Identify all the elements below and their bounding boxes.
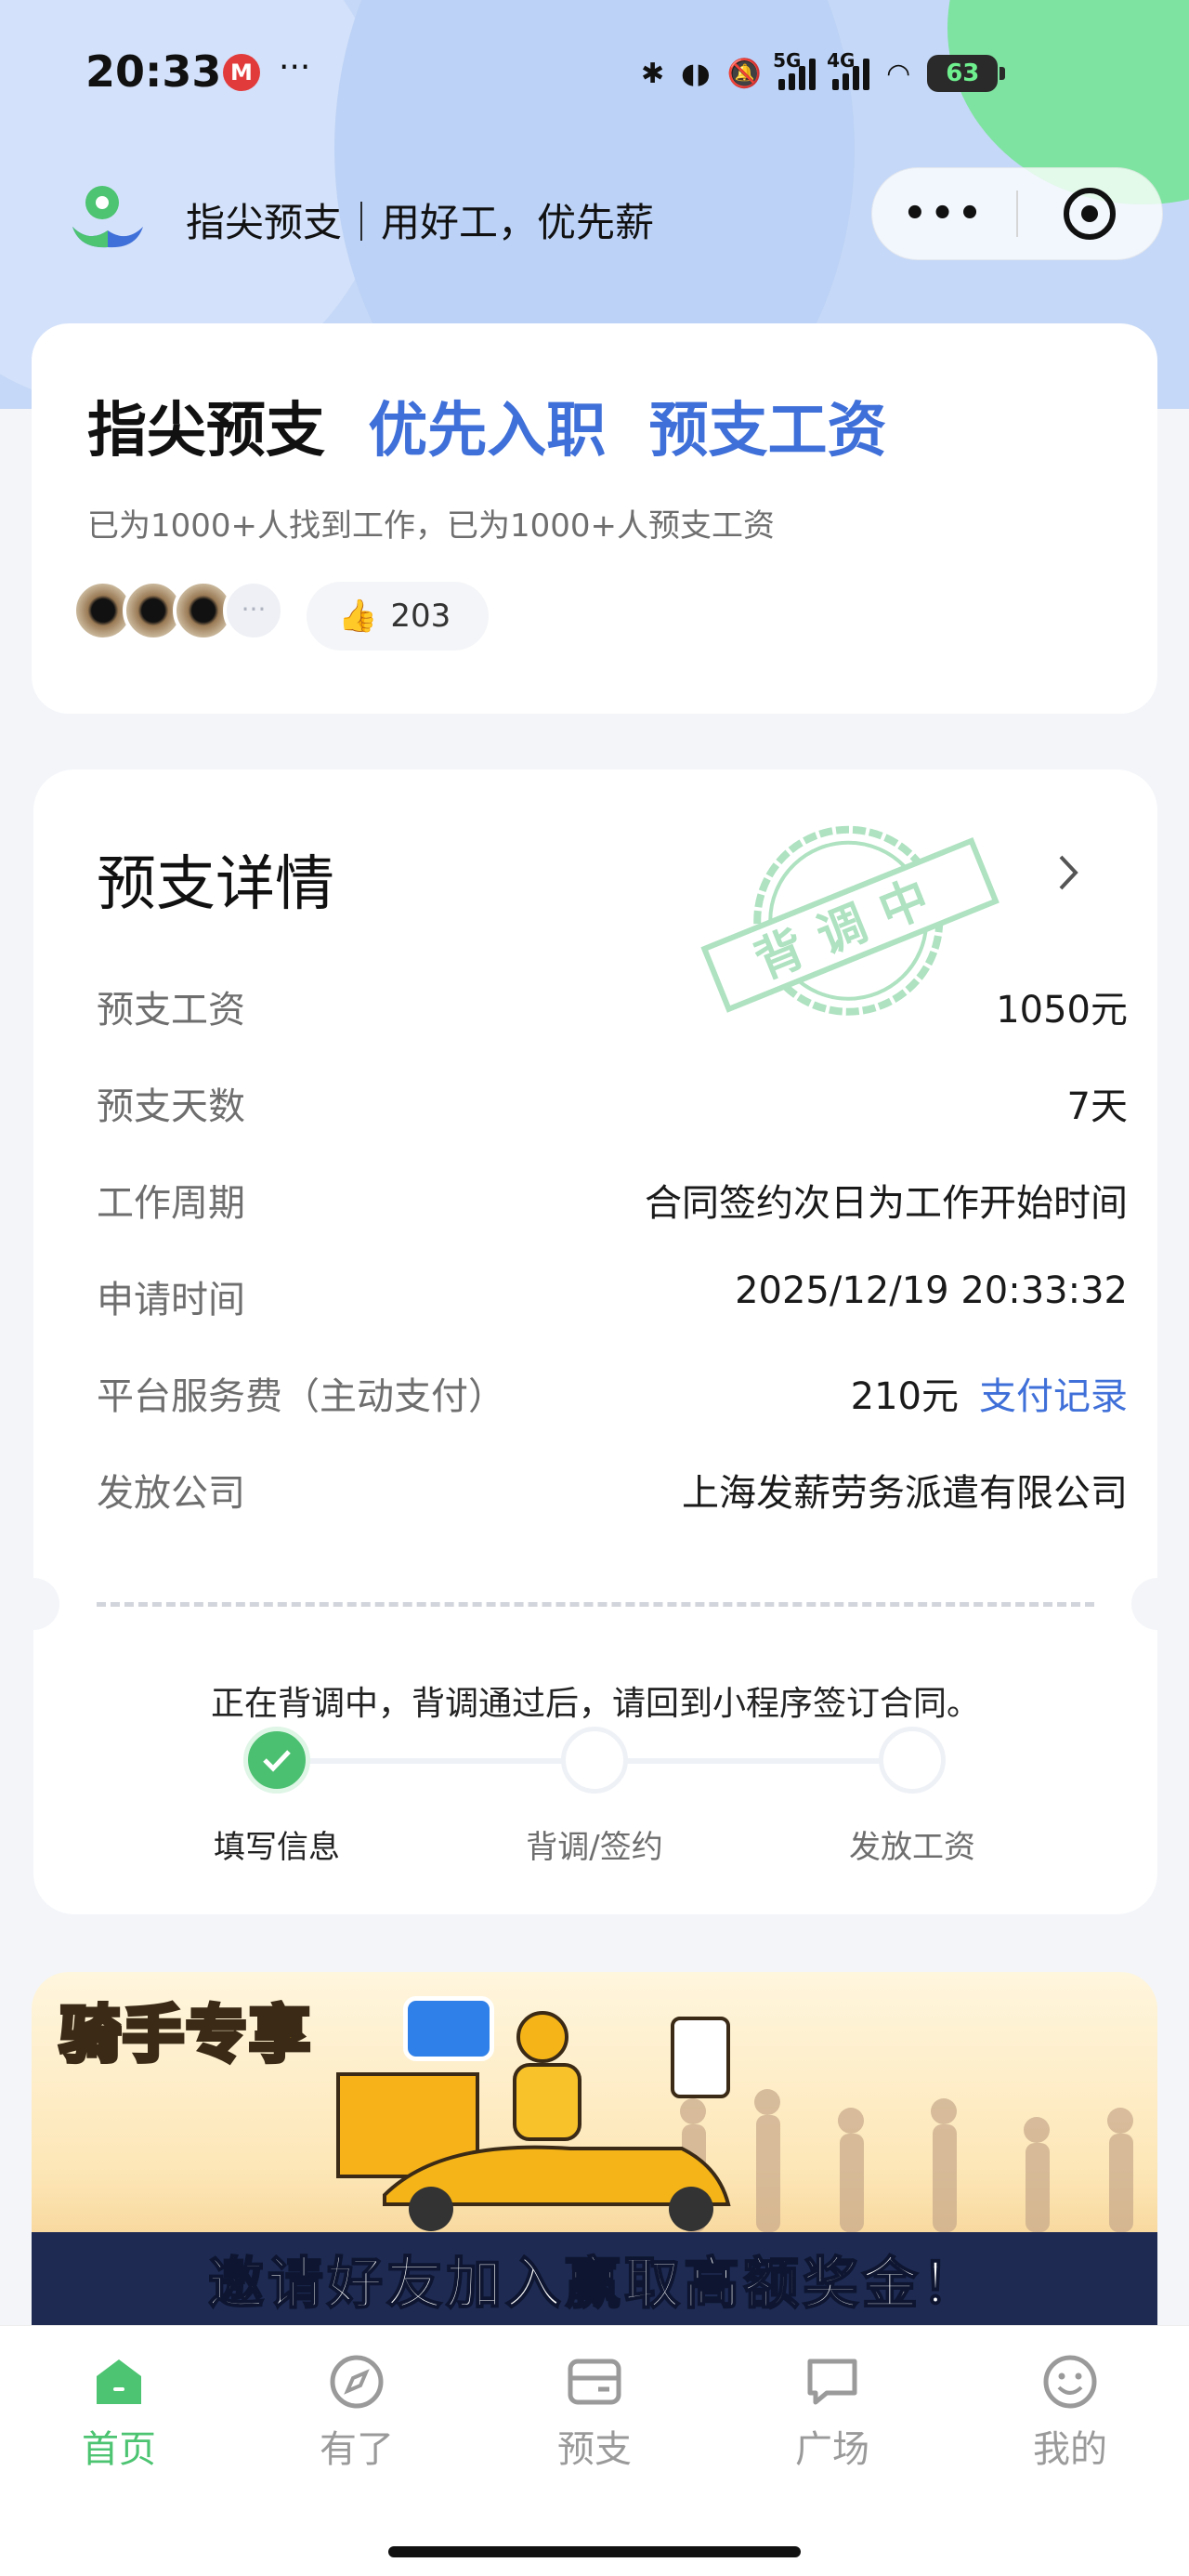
tab-youle[interactable]: 有了 <box>264 2354 450 2473</box>
like-count: 203 <box>390 598 451 635</box>
close-mini-program-button[interactable] <box>1018 188 1162 240</box>
chat-bubble-icon <box>804 2354 860 2410</box>
tab-label: 首页 <box>82 2428 156 2471</box>
more-avatars: ··· <box>223 580 284 641</box>
ticket-notch-right <box>1131 1578 1183 1630</box>
hero-highlight-2: 预支工资 <box>648 397 887 466</box>
step-done-check-icon <box>243 1727 310 1794</box>
hero-title: 指尖预支 优先入职 预支工资 <box>87 383 887 468</box>
row-label: 申请时间 <box>97 1279 245 1321</box>
hero-highlight-1: 优先入职 <box>368 397 607 466</box>
home-indicator[interactable] <box>388 2546 801 2557</box>
detail-row-service-fee: 平台服务费（主动支付） 210元 支付记录 <box>97 1366 1128 1422</box>
row-value: 210元 支付记录 <box>851 1366 1128 1420</box>
metro-app-icon: M <box>223 54 260 91</box>
shield-badge-icon <box>403 1996 494 2061</box>
bluetooth-icon: ✱ <box>641 57 665 90</box>
rider-promo-banner[interactable]: 骑手专享 邀请好友加入赢取高额奖金！ <box>32 1972 1157 2325</box>
tab-label: 我的 <box>1033 2428 1107 2471</box>
detail-row-apply-time: 申请时间 2025/12/19 20:33:32 <box>97 1269 1128 1325</box>
signal-5g-icon: 5G <box>773 49 817 90</box>
wifi-icon: ◠ <box>886 57 911 90</box>
tab-label: 预支 <box>557 2428 632 2471</box>
ticket-notch-left <box>7 1578 59 1630</box>
mini-program-capsule: ••• <box>871 167 1163 260</box>
status-more-icon: ··· <box>279 48 311 86</box>
chevron-right-icon[interactable] <box>1050 849 1087 896</box>
hero-brand: 指尖预支 <box>87 397 325 466</box>
advance-detail-card[interactable]: 预支详情 背调中 预支工资 1050元 预支天数 7天 工作周期 合同签约次日为… <box>7 769 1183 1914</box>
compass-icon <box>329 2354 385 2410</box>
bottom-tab-bar: 首页 有了 预支 广场 我的 <box>0 2325 1189 2576</box>
mini-program-navbar: 指尖预支｜用好工，优先薪 ••• <box>0 167 1189 260</box>
tab-advance[interactable]: 预支 <box>502 2354 687 2473</box>
tab-home[interactable]: 首页 <box>26 2354 212 2473</box>
step-label-check-sign: 背调/签约 <box>526 1829 663 1866</box>
row-value: 1050元 <box>996 989 1128 1032</box>
row-label: 平台服务费（主动支付） <box>97 1375 505 1418</box>
step-pending-icon <box>879 1727 946 1794</box>
dashed-divider <box>97 1602 1094 1607</box>
target-close-icon <box>1064 188 1117 240</box>
detail-title: 预支详情 <box>97 850 334 919</box>
thumbs-up-icon: 👍 <box>338 598 378 635</box>
tab-label: 广场 <box>795 2428 869 2471</box>
status-time: 20:33 <box>85 46 222 97</box>
row-label: 发放公司 <box>97 1472 245 1515</box>
row-value: 合同签约次日为工作开始时间 <box>645 1182 1128 1225</box>
like-button[interactable]: 👍 203 <box>307 582 489 651</box>
detail-row-work-period: 工作周期 合同签约次日为工作开始时间 <box>97 1173 1128 1229</box>
signal-4g-icon: 4G <box>827 49 870 90</box>
banner-cta: 邀请好友加入赢取高额奖金！ <box>32 2232 1157 2325</box>
row-label: 工作周期 <box>97 1182 245 1225</box>
avatar-group: ··· <box>72 580 284 645</box>
row-value: 上海发薪劳务派遣有限公司 <box>682 1472 1128 1515</box>
mute-icon: 🔕 <box>726 57 763 90</box>
banner-title: 骑手专享 <box>58 1997 313 2073</box>
tab-mine[interactable]: 我的 <box>977 2354 1163 2473</box>
progress-steps: 填写信息 背调/签约 发放工资 <box>33 1721 1157 1866</box>
detail-row-advance-days: 预支天数 7天 <box>97 1076 1128 1132</box>
app-logo-icon <box>72 186 143 248</box>
tab-label: 有了 <box>320 2428 394 2471</box>
earbuds-icon: ◖◗ <box>681 57 711 90</box>
hero-card: 指尖预支 优先入职 预支工资 已为1000+人找到工作，已为1000+人预支工资… <box>32 323 1157 714</box>
battery-icon: 63 <box>927 55 1006 92</box>
step-label-payout: 发放工资 <box>849 1829 975 1866</box>
step-pending-icon <box>561 1727 628 1794</box>
row-value: 7天 <box>1066 1085 1128 1128</box>
smiley-icon <box>1042 2354 1098 2410</box>
wallet-icon <box>567 2354 622 2410</box>
status-icons: ✱ ◖◗ 🔕 5G 4G ◠ 63 <box>641 49 1006 95</box>
step-label-fill-info: 填写信息 <box>214 1829 340 1866</box>
delivery-rider-illustration <box>336 2011 731 2231</box>
row-value: 2025/12/19 20:33:32 <box>735 1269 1128 1312</box>
hero-subtitle: 已为1000+人找到工作，已为1000+人预支工资 <box>87 507 776 545</box>
detail-row-advance-salary: 预支工资 1050元 <box>97 979 1128 1035</box>
status-bar: 20:33 M ··· ✱ ◖◗ 🔕 5G 4G ◠ 63 <box>0 37 1189 112</box>
payment-record-link[interactable]: 支付记录 <box>979 1375 1128 1418</box>
row-label: 预支工资 <box>97 989 245 1032</box>
more-menu-button[interactable]: ••• <box>872 192 1016 235</box>
detail-row-company: 发放公司 上海发薪劳务派遣有限公司 <box>97 1463 1128 1518</box>
home-icon <box>91 2354 147 2410</box>
fee-amount: 210元 <box>850 1375 959 1418</box>
navbar-title: 指尖预支｜用好工，优先薪 <box>186 200 655 245</box>
banner-cta-text: 邀请好友加入赢取高额奖金！ <box>207 2251 981 2318</box>
row-label: 预支天数 <box>97 1085 245 1128</box>
tab-square[interactable]: 广场 <box>739 2354 925 2473</box>
progress-notice: 正在背调中，背调通过后，请回到小程序签订合同。 <box>210 1685 980 1723</box>
